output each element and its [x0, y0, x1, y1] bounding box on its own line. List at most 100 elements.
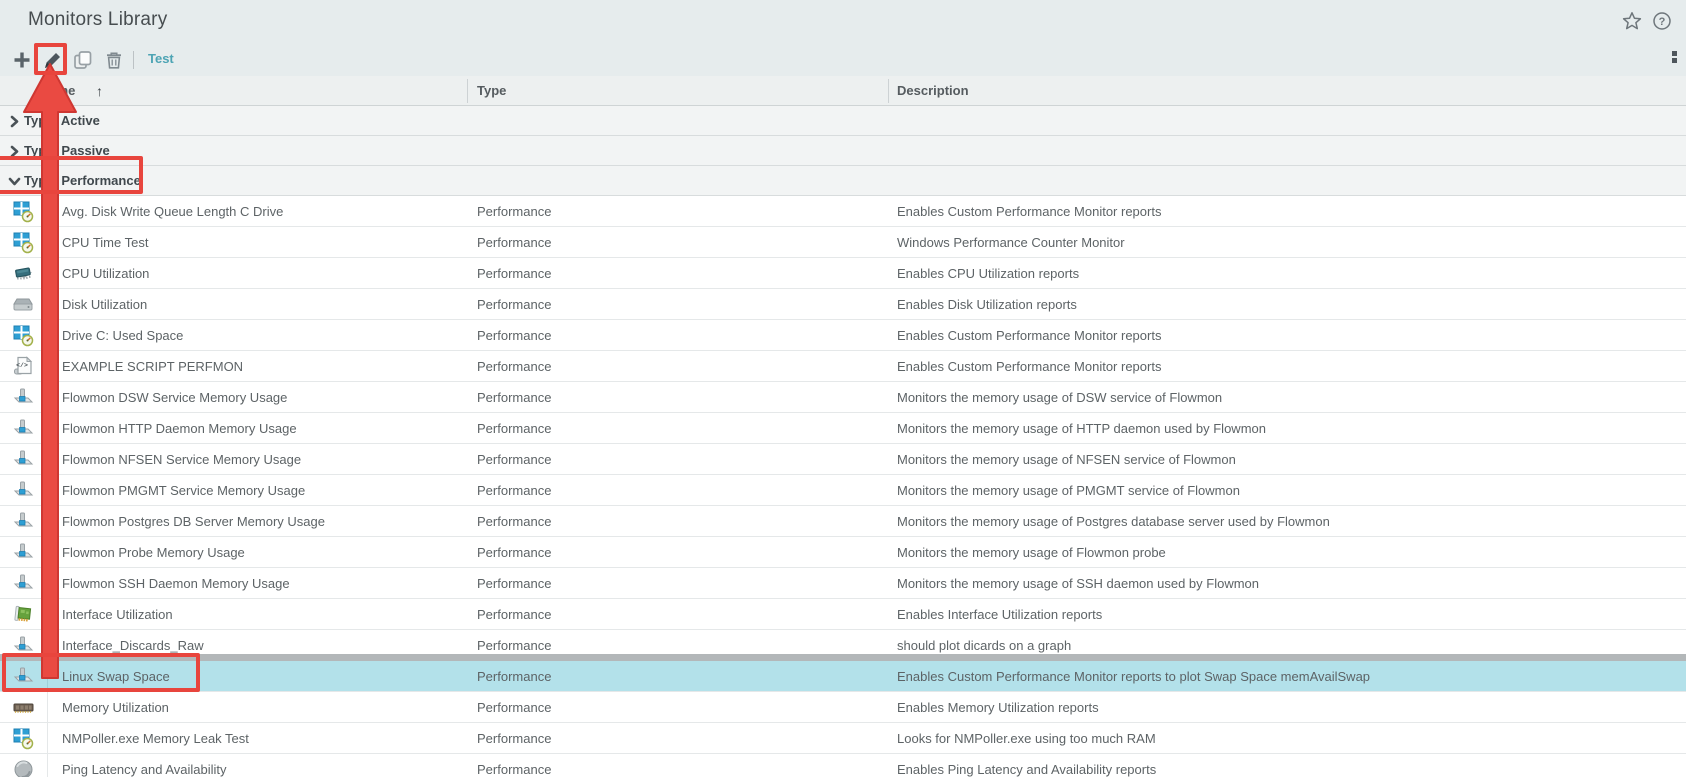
group-label: Type: Active — [24, 113, 100, 128]
group-label: Type: Performance — [24, 173, 141, 188]
chevron-right-icon — [8, 115, 21, 128]
selected-row-top-band — [0, 654, 1686, 661]
copy-button[interactable] — [70, 47, 96, 73]
table-header: Name ↑ Type Description — [0, 76, 1686, 106]
row-description: Enables Custom Performance Monitor repor… — [897, 328, 1162, 343]
network-tap-icon — [0, 382, 48, 413]
row-type: Performance — [477, 700, 552, 715]
table-row-ping-latency-and-availability[interactable]: Ping Latency and Availability Performance… — [0, 754, 1686, 777]
table-row-flowmon-nfsen-service-memory-usage[interactable]: Flowmon NFSEN Service Memory Usage Perfor… — [0, 444, 1686, 475]
table-row-flowmon-postgres-db-server-memory-usage[interactable]: Flowmon Postgres DB Server Memory Usage P… — [0, 506, 1686, 537]
edit-button[interactable] — [39, 47, 65, 73]
table-row-avg-disk-write-queue-length-c-drive[interactable]: Avg. Disk Write Queue Length C Drive Perf… — [0, 196, 1686, 227]
toolbar-divider — [133, 51, 134, 69]
network-tap-icon — [0, 475, 48, 506]
table-row-example-script-perfmon[interactable]: </> EXAMPLE SCRIPT PERFMON Performance Enab… — [0, 351, 1686, 382]
table-row-linux-swap-space[interactable]: Linux Swap Space Performance Enables Custo… — [0, 654, 1686, 692]
table-row-drive-c-used-space[interactable]: Drive C: Used Space Performance Enables Cu… — [0, 320, 1686, 351]
table-row-cpu-time-test[interactable]: CPU Time Test Performance Windows Performa… — [0, 227, 1686, 258]
row-type: Performance — [477, 731, 552, 746]
row-type: Performance — [477, 390, 552, 405]
more-options-icon[interactable] — [1672, 50, 1679, 66]
row-description: Enables Ping Latency and Availability re… — [897, 762, 1157, 777]
network-tap-icon — [0, 661, 48, 692]
sort-ascending-icon: ↑ — [96, 83, 103, 99]
cpu-icon — [0, 258, 48, 289]
column-divider — [467, 79, 468, 103]
network-tap-icon — [0, 506, 48, 537]
row-type: Performance — [477, 297, 552, 312]
column-header-type[interactable]: Type — [477, 76, 506, 106]
row-type: Performance — [477, 607, 552, 622]
row-description: Enables Interface Utilization reports — [897, 607, 1103, 622]
table-row-flowmon-dsw-service-memory-usage[interactable]: Flowmon DSW Service Memory Usage Performa… — [0, 382, 1686, 413]
add-button[interactable] — [9, 47, 35, 73]
row-description: Enables Disk Utilization reports — [897, 297, 1077, 312]
ram-icon — [0, 692, 48, 723]
row-name: Interface Utilization — [62, 607, 173, 622]
column-header-name[interactable]: Name — [40, 76, 75, 106]
group-row-type-active[interactable]: Type: Active — [0, 106, 1686, 136]
network-tap-icon — [0, 537, 48, 568]
group-label: Type: Passive — [24, 143, 110, 158]
row-type: Performance — [477, 452, 552, 467]
copy-icon — [74, 51, 92, 69]
table-row-flowmon-http-daemon-memory-usage[interactable]: Flowmon HTTP Daemon Memory Usage Performa… — [0, 413, 1686, 444]
table-row-flowmon-pmgmt-service-memory-usage[interactable]: Flowmon PMGMT Service Memory Usage Perfor… — [0, 475, 1686, 506]
row-type: Performance — [477, 483, 552, 498]
monitors-library-page: Monitors Library ? Test Name ↑ Type Desc… — [0, 0, 1686, 777]
network-tap-icon — [0, 413, 48, 444]
table-row-interface-utilization[interactable]: Interface Utilization Performance Enables … — [0, 599, 1686, 630]
row-type: Performance — [477, 545, 552, 560]
column-header-description[interactable]: Description — [897, 76, 969, 106]
network-tap-icon — [0, 568, 48, 599]
row-type: Performance — [477, 204, 552, 219]
table-row-disk-utilization[interactable]: Disk Utilization Performance Enables Disk … — [0, 289, 1686, 320]
row-name: Flowmon SSH Daemon Memory Usage — [62, 576, 290, 591]
row-description: Enables Custom Performance Monitor repor… — [897, 359, 1162, 374]
row-type: Performance — [477, 669, 552, 684]
table-row-memory-utilization[interactable]: Memory Utilization Performance Enables Mem… — [0, 692, 1686, 723]
toolbar: Test — [0, 44, 1686, 76]
row-description: Enables Memory Utilization reports — [897, 700, 1099, 715]
row-description: Enables CPU Utilization reports — [897, 266, 1080, 281]
row-name: Flowmon HTTP Daemon Memory Usage — [62, 421, 297, 436]
page-title: Monitors Library — [28, 9, 168, 30]
test-link[interactable]: Test — [148, 51, 174, 66]
row-name: NMPoller.exe Memory Leak Test — [62, 731, 249, 746]
row-name: Memory Utilization — [62, 700, 169, 715]
monitors-table: Name ↑ Type Description Type: Active Type… — [0, 76, 1686, 777]
row-type: Performance — [477, 514, 552, 529]
title-bar: Monitors Library ? — [0, 0, 1686, 44]
row-description: Monitors the memory usage of NFSEN servi… — [897, 452, 1236, 467]
table-row-cpu-utilization[interactable]: CPU Utilization Performance Enables CPU Ut… — [0, 258, 1686, 289]
row-type: Performance — [477, 328, 552, 343]
row-name: Flowmon Postgres DB Server Memory Usage — [62, 514, 325, 529]
svg-text:?: ? — [1659, 16, 1666, 28]
row-type: Performance — [477, 576, 552, 591]
delete-button[interactable] — [101, 47, 127, 73]
windows-performance-icon — [0, 320, 48, 351]
row-name: Avg. Disk Write Queue Length C Drive — [62, 204, 284, 219]
row-type: Performance — [477, 266, 552, 281]
row-name: Flowmon DSW Service Memory Usage — [62, 390, 288, 405]
help-icon[interactable]: ? — [1652, 11, 1672, 31]
row-type: Performance — [477, 359, 552, 374]
favorite-star-icon[interactable] — [1622, 11, 1642, 31]
row-description: Windows Performance Counter Monitor — [897, 235, 1125, 250]
row-name: CPU Utilization — [62, 266, 150, 281]
table-row-flowmon-ssh-daemon-memory-usage[interactable]: Flowmon SSH Daemon Memory Usage Performan… — [0, 568, 1686, 599]
windows-performance-icon — [0, 196, 48, 227]
table-row-nmpoller-exe-memory-leak-test[interactable]: NMPoller.exe Memory Leak Test Performance… — [0, 723, 1686, 754]
row-name: Linux Swap Space — [62, 669, 170, 684]
table-row-flowmon-probe-memory-usage[interactable]: Flowmon Probe Memory Usage Performance Mon… — [0, 537, 1686, 568]
row-name: Flowmon PMGMT Service Memory Usage — [62, 483, 306, 498]
row-name: Disk Utilization — [62, 297, 148, 312]
group-row-type-passive[interactable]: Type: Passive — [0, 136, 1686, 166]
row-description: Monitors the memory usage of SSH daemon … — [897, 576, 1260, 591]
row-name: CPU Time Test — [62, 235, 149, 250]
row-name: Ping Latency and Availability — [62, 762, 227, 777]
group-row-type-performance[interactable]: Type: Performance — [0, 166, 1686, 196]
ping-icon — [0, 754, 48, 777]
row-description: Looks for NMPoller.exe using too much RA… — [897, 731, 1156, 746]
